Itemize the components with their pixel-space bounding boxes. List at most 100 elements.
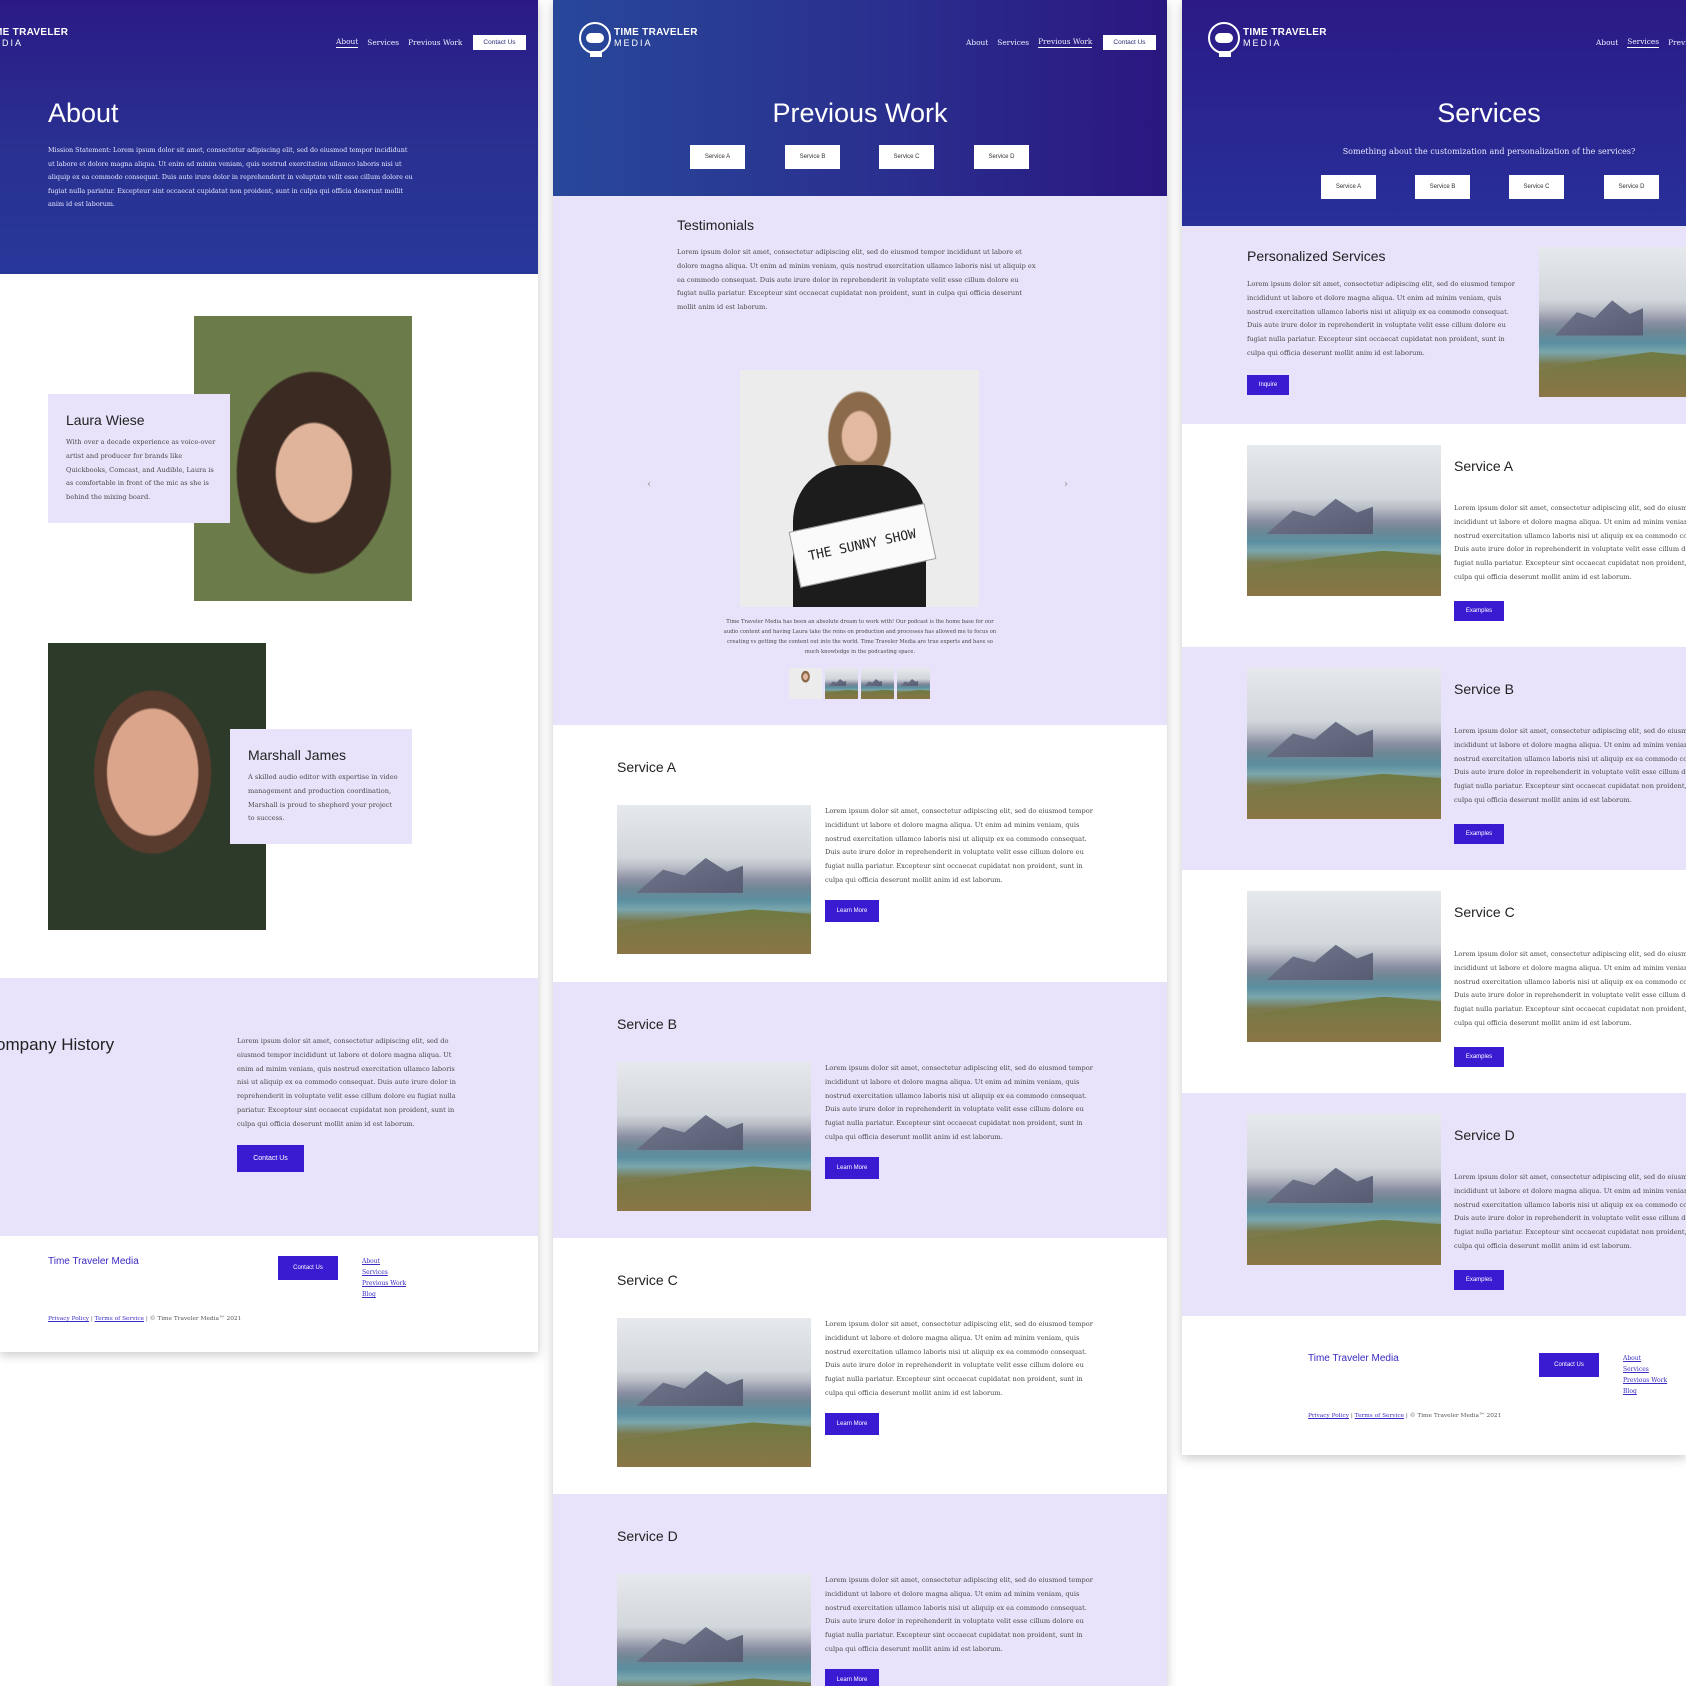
footer-links: About Services Previous Work Blog	[1623, 1353, 1667, 1397]
footer-link-previous-work[interactable]: Previous Work	[1623, 1375, 1667, 1386]
nav-services[interactable]: Services	[997, 38, 1029, 47]
logo-mark-icon	[579, 22, 611, 57]
team-name: Marshall James	[248, 747, 347, 763]
privacy-link[interactable]: Privacy Policy	[48, 1316, 89, 1322]
team-card-marshall: Marshall James A skilled audio editor wi…	[230, 729, 412, 844]
nav-services[interactable]: Services	[1627, 37, 1660, 48]
separator: |	[1350, 1413, 1353, 1419]
footer-brand[interactable]: Time Traveler Media	[1308, 1353, 1399, 1364]
logo-text-line2: MEDIA	[1243, 38, 1282, 48]
landscape-photo	[1247, 445, 1441, 596]
footer-link-about[interactable]: About	[362, 1256, 406, 1267]
carousel-thumb-1[interactable]	[789, 668, 822, 699]
brand-logo[interactable]: ME TRAVELER EDIA	[0, 28, 68, 49]
mission-statement: Mission Statement: Lorem ipsum dolor sit…	[48, 146, 413, 209]
nav-previous-work[interactable]: Previou	[1668, 38, 1686, 47]
testimonial-quote: Time Traveler Media has been an absolute…	[723, 619, 997, 655]
footer-brand[interactable]: Time Traveler Media	[48, 1256, 139, 1267]
examples-button[interactable]: Examples	[1454, 601, 1504, 621]
services-hero: TIME TRAVELER MEDIA About Services Previ…	[1182, 0, 1686, 226]
footer-link-services[interactable]: Services	[362, 1267, 406, 1278]
testimonials-body: Lorem ipsum dolor sit amet, consectetur …	[677, 248, 1036, 312]
nav-about[interactable]: About	[966, 38, 988, 47]
footer-link-services[interactable]: Services	[1623, 1364, 1667, 1375]
tab-service-c[interactable]: Service C	[879, 145, 934, 169]
carousel-next-icon[interactable]: ›	[1064, 479, 1068, 490]
history-title: ompany History	[0, 1035, 115, 1054]
landscape-photo	[617, 805, 811, 954]
learn-more-button[interactable]: Learn More	[825, 900, 879, 922]
inquire-button[interactable]: Inquire	[1247, 375, 1289, 395]
tab-service-d[interactable]: Service D	[974, 145, 1029, 169]
services-subtitle: Something about the customization and pe…	[1342, 147, 1636, 156]
learn-more-button[interactable]: Learn More	[825, 1413, 879, 1435]
work-service-b: Service B Lorem ipsum dolor sit amet, co…	[553, 982, 1167, 1238]
carousel-thumb-2[interactable]	[825, 668, 858, 699]
about-hero: ME TRAVELER EDIA About Services Previous…	[0, 0, 538, 274]
nav-previous-work[interactable]: Previous Work	[1038, 37, 1093, 48]
footer-link-about[interactable]: About	[1623, 1353, 1667, 1364]
testimonials-section: Testimonials Lorem ipsum dolor sit amet,…	[553, 196, 1167, 725]
nav-about[interactable]: About	[1596, 38, 1618, 47]
copyright: © Time Traveler Media™ 2021	[1409, 1413, 1502, 1419]
separator: |	[145, 1316, 148, 1322]
work-service-c: Service C Lorem ipsum dolor sit amet, co…	[553, 1238, 1167, 1494]
team-name: Laura Wiese	[66, 412, 145, 428]
work-hero: TIME TRAVELER MEDIA About Services Previ…	[553, 0, 1167, 196]
tab-service-a[interactable]: Service A	[690, 145, 745, 169]
copyright: © Time Traveler Media™ 2021	[149, 1316, 242, 1322]
examples-button[interactable]: Examples	[1454, 824, 1504, 844]
footer-link-previous-work[interactable]: Previous Work	[362, 1278, 406, 1289]
logo-text-line2: EDIA	[0, 38, 24, 48]
landscape-photo	[1247, 668, 1441, 819]
services-service-c: Service C Lorem ipsum dolor sit amet, co…	[1182, 870, 1686, 1093]
logo-text-line2: MEDIA	[614, 38, 653, 48]
terms-link[interactable]: Terms of Service	[95, 1316, 144, 1322]
privacy-link[interactable]: Privacy Policy	[1308, 1413, 1349, 1419]
nav-about[interactable]: About	[336, 37, 359, 48]
history-contact-button[interactable]: Contact Us	[237, 1145, 304, 1172]
work-service-d: Service D Lorem ipsum dolor sit amet, co…	[553, 1494, 1167, 1686]
landscape-photo	[617, 1318, 811, 1467]
tab-service-d[interactable]: Service D	[1604, 175, 1659, 199]
nav-previous-work[interactable]: Previous Work	[408, 38, 462, 47]
service-title: Service D	[1454, 1127, 1515, 1143]
tab-service-a[interactable]: Service A	[1321, 175, 1376, 199]
service-body: Lorem ipsum dolor sit amet, consectetur …	[1454, 950, 1686, 1027]
brand-logo[interactable]: TIME TRAVELER MEDIA	[1208, 22, 1327, 57]
brand-logo[interactable]: TIME TRAVELER MEDIA	[579, 22, 698, 57]
services-service-d: Service D Lorem ipsum dolor sit amet, co…	[1182, 1093, 1686, 1316]
footer-contact-button[interactable]: Contact Us	[1539, 1353, 1599, 1377]
service-body: Lorem ipsum dolor sit amet, consectetur …	[1454, 504, 1686, 581]
main-nav: About Services Previous Work Contact Us	[336, 34, 526, 50]
carousel-thumb-4[interactable]	[897, 668, 930, 699]
learn-more-button[interactable]: Learn More	[825, 1157, 879, 1179]
tab-service-c[interactable]: Service C	[1509, 175, 1564, 199]
nav-contact-button[interactable]: Contact Us	[1103, 34, 1156, 50]
service-body: Lorem ipsum dolor sit amet, consectetur …	[825, 1320, 1093, 1397]
page-title: Previous Work	[772, 98, 948, 128]
tab-service-b[interactable]: Service B	[785, 145, 840, 169]
history-body: Lorem ipsum dolor sit amet, consectetur …	[237, 1037, 456, 1128]
service-body: Lorem ipsum dolor sit amet, consectetur …	[825, 1064, 1093, 1141]
personalized-services-section: Personalized Services Lorem ipsum dolor …	[1182, 226, 1686, 424]
terms-link[interactable]: Terms of Service	[1355, 1413, 1404, 1419]
footer-link-blog[interactable]: Blog	[1623, 1386, 1667, 1397]
service-title: Service C	[617, 1272, 678, 1288]
page-title: Services	[1437, 98, 1541, 128]
team-bio: A skilled audio editor with expertise in…	[248, 773, 398, 823]
previous-work-page: TIME TRAVELER MEDIA About Services Previ…	[553, 0, 1167, 1686]
footer-link-blog[interactable]: Blog	[362, 1289, 406, 1300]
examples-button[interactable]: Examples	[1454, 1047, 1504, 1067]
logo-mark-icon	[1208, 22, 1240, 57]
nav-contact-button[interactable]: Contact Us	[473, 34, 526, 50]
nav-services[interactable]: Services	[367, 38, 399, 47]
tab-service-b[interactable]: Service B	[1415, 175, 1470, 199]
separator: |	[90, 1316, 93, 1322]
learn-more-button[interactable]: Learn More	[825, 1669, 879, 1686]
service-body: Lorem ipsum dolor sit amet, consectetur …	[825, 1576, 1093, 1653]
examples-button[interactable]: Examples	[1454, 1270, 1504, 1290]
carousel-prev-icon[interactable]: ‹	[647, 479, 651, 490]
carousel-thumb-3[interactable]	[861, 668, 894, 699]
footer-contact-button[interactable]: Contact Us	[278, 1256, 338, 1280]
